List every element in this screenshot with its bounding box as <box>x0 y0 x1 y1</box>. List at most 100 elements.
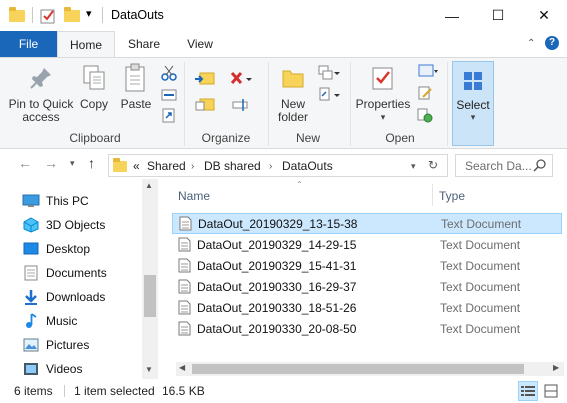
new-item-icon[interactable] <box>316 64 342 82</box>
column-header-name[interactable]: Name <box>178 189 210 203</box>
recent-locations-chevron-icon[interactable]: ▾ <box>70 158 75 169</box>
nav-item-music[interactable]: Music <box>22 309 142 333</box>
new-folder-button[interactable]: New folder <box>274 62 312 124</box>
file-row[interactable]: DataOut_20190329_14-29-15 Text Document <box>172 234 562 255</box>
refresh-icon[interactable]: ↻ <box>428 158 438 172</box>
paste-button[interactable]: Paste <box>116 62 156 111</box>
file-type: Text Document <box>440 321 521 336</box>
breadcrumb-shared[interactable]: Shared <box>147 159 186 173</box>
scroll-up-icon[interactable]: ▲ <box>145 181 153 190</box>
file-row[interactable]: DataOut_20190330_16-29-37 Text Document <box>172 276 562 297</box>
paste-label: Paste <box>120 97 152 111</box>
sort-chevron-icon: ⌃ <box>296 180 303 189</box>
nav-scrollbar-thumb[interactable] <box>144 275 156 317</box>
selected-count: 1 item selected <box>74 384 155 398</box>
delete-icon[interactable] <box>228 70 254 88</box>
breadcrumb-separator-icon[interactable]: › <box>269 161 272 172</box>
nav-label: 3D Objects <box>46 218 106 232</box>
nav-label: Videos <box>46 362 83 376</box>
downloads-icon <box>22 289 40 305</box>
nav-item-this-pc[interactable]: This PC <box>22 189 142 213</box>
copy-to-icon[interactable] <box>193 96 219 114</box>
nav-item-3d-objects[interactable]: 3D Objects <box>22 213 142 237</box>
open-icon[interactable] <box>416 62 440 80</box>
properties-button[interactable]: Properties ▾ <box>354 62 412 124</box>
maximize-button[interactable]: ☐ <box>475 0 521 31</box>
nav-label: Pictures <box>46 338 90 352</box>
nav-label: This PC <box>46 194 89 208</box>
clipboard-group-label: Clipboard <box>69 131 121 145</box>
nav-item-downloads[interactable]: Downloads <box>22 285 142 309</box>
divider <box>350 62 351 146</box>
paste-shortcut-icon[interactable] <box>160 106 178 124</box>
column-header-type[interactable]: Type <box>439 189 465 203</box>
select-label: Select <box>456 98 490 112</box>
file-row[interactable]: DataOut_20190329_15-41-31 Text Document <box>172 255 562 276</box>
column-divider[interactable] <box>432 184 433 206</box>
nav-label: Documents <box>46 266 107 280</box>
file-row[interactable]: DataOut_20190329_13-15-38 Text Document <box>172 213 562 234</box>
scroll-left-icon[interactable]: ◀ <box>179 363 185 372</box>
properties-label: Properties <box>355 97 411 111</box>
ribbon-tabs: File Home Share View <box>0 31 567 58</box>
address-history-dropdown-icon[interactable]: ▾ <box>411 161 416 172</box>
new-folder-qa-icon[interactable] <box>64 7 80 22</box>
3d-objects-icon <box>22 217 40 233</box>
nav-item-desktop[interactable]: Desktop <box>22 237 142 261</box>
file-name: DataOut_20190330_20-08-50 <box>197 321 357 336</box>
select-button[interactable]: Select ▾ <box>452 61 494 146</box>
move-to-icon[interactable] <box>193 70 219 88</box>
search-input[interactable]: Search Da... <box>465 159 532 173</box>
cut-icon[interactable] <box>160 64 178 82</box>
properties-dropdown-icon: ▾ <box>380 112 386 122</box>
minimize-button[interactable]: — <box>429 0 475 31</box>
file-type: Text Document <box>441 216 522 231</box>
large-icons-view-icon[interactable] <box>541 381 561 401</box>
scroll-right-icon[interactable]: ▶ <box>553 363 559 372</box>
easy-access-icon[interactable] <box>316 86 342 104</box>
breadcrumb-db-shared[interactable]: DB shared <box>204 159 261 173</box>
history-icon[interactable] <box>416 106 434 124</box>
tab-home[interactable]: Home <box>57 31 115 58</box>
pin-to-quick-access-button[interactable]: Pin to Quick access <box>6 62 76 124</box>
collapse-ribbon-icon[interactable]: ⌃ <box>527 38 535 49</box>
scroll-down-icon[interactable]: ▼ <box>145 365 153 374</box>
videos-icon <box>22 361 40 377</box>
file-type: Text Document <box>440 237 521 252</box>
copy-button[interactable]: Copy <box>76 62 112 111</box>
select-dropdown-icon: ▾ <box>470 112 476 122</box>
file-type: Text Document <box>440 258 521 273</box>
breadcrumb-dataouts[interactable]: DataOuts <box>282 159 333 173</box>
tab-file[interactable]: File <box>0 31 57 57</box>
divider <box>102 7 103 23</box>
file-name: DataOut_20190329_14-29-15 <box>197 237 357 252</box>
search-icon[interactable] <box>533 158 547 172</box>
details-view-icon[interactable] <box>518 381 538 401</box>
copy-path-icon[interactable] <box>160 86 178 104</box>
edit-icon[interactable] <box>416 84 434 102</box>
item-count: 6 items <box>14 384 53 398</box>
up-arrow-icon[interactable]: ↑ <box>88 155 95 171</box>
file-row[interactable]: DataOut_20190330_18-51-26 Text Document <box>172 297 562 318</box>
breadcrumb-separator-icon[interactable]: › <box>191 161 194 172</box>
horizontal-scrollbar-thumb[interactable] <box>192 364 524 374</box>
divider <box>447 62 448 146</box>
tab-view[interactable]: View <box>174 31 226 57</box>
properties-check-icon[interactable] <box>40 8 56 24</box>
address-row: ← → ▾ ↑ « Shared › DB shared › DataOuts … <box>0 149 567 179</box>
nav-item-documents[interactable]: Documents <box>22 261 142 285</box>
search-box[interactable]: Search Da... <box>455 154 553 177</box>
customize-qa-dropdown[interactable]: ▾ <box>86 7 102 21</box>
close-button[interactable]: ✕ <box>521 0 567 31</box>
help-icon[interactable]: ? <box>545 36 559 50</box>
address-bar[interactable]: « Shared › DB shared › DataOuts ▾ ↻ <box>108 154 448 177</box>
file-name: DataOut_20190329_13-15-38 <box>198 216 358 231</box>
rename-icon[interactable] <box>230 96 252 114</box>
tab-share[interactable]: Share <box>118 31 170 57</box>
forward-arrow-icon[interactable]: → <box>44 155 58 171</box>
nav-item-pictures[interactable]: Pictures <box>22 333 142 357</box>
back-arrow-icon[interactable]: ← <box>18 155 32 171</box>
file-row[interactable]: DataOut_20190330_20-08-50 Text Document <box>172 318 562 339</box>
nav-item-videos[interactable]: Videos <box>22 357 142 381</box>
breadcrumb-overflow[interactable]: « <box>133 159 140 173</box>
